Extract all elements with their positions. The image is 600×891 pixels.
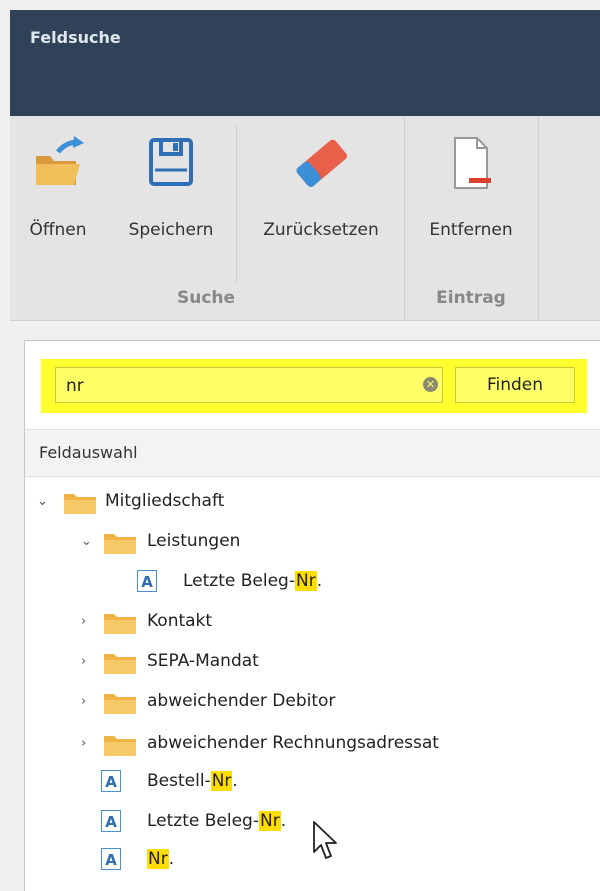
search-input[interactable]: nr: [55, 367, 443, 403]
group-label-eintrag: Eintrag: [436, 288, 506, 308]
folder-icon: [104, 694, 136, 714]
text-field-icon: A: [137, 570, 157, 592]
remove-label: Entfernen: [429, 220, 513, 240]
tree-label: Bestell-Nr.: [147, 771, 238, 791]
folder-icon: [64, 494, 96, 514]
tree-node-abweichender-debitor[interactable]: › abweichender Debitor: [25, 686, 600, 720]
search-bar: nr ✕ Finden: [41, 359, 587, 413]
section-header: Feldauswahl: [25, 429, 600, 477]
tree-label: SEPA-Mandat: [147, 651, 259, 671]
mouse-cursor-icon: [313, 821, 337, 859]
remove-document-icon: [454, 137, 491, 189]
save-button[interactable]: Speichern: [116, 116, 226, 266]
tree-node-mitgliedschaft[interactable]: ⌄ Mitgliedschaft: [25, 486, 600, 520]
field-search-panel: nr ✕ Finden Feldauswahl ⌄ Mitgliedschaft…: [24, 340, 600, 891]
eraser-icon: [296, 139, 347, 187]
text-field-icon: A: [101, 848, 121, 870]
ribbon: Öffnen Speichern Zurücksetzen Entfernen: [10, 116, 600, 321]
tree-label: abweichender Rechnungsadressat: [147, 733, 439, 753]
folder-icon: [104, 534, 136, 554]
folder-icon: [104, 614, 136, 634]
clear-search-icon[interactable]: ✕: [423, 377, 438, 392]
search-match: Nr: [210, 771, 233, 791]
text-field-icon: A: [101, 770, 121, 792]
tree-field-letzte-beleg-nr-leistungen[interactable]: A Letzte Beleg-Nr.: [25, 566, 600, 600]
window-titlebar: Feldsuche: [10, 10, 600, 116]
tree-node-sepa-mandat[interactable]: › SEPA-Mandat: [25, 646, 600, 680]
tree-field-bestell-nr[interactable]: A Bestell-Nr.: [25, 766, 600, 800]
search-match: Nr: [258, 811, 281, 831]
open-button[interactable]: Öffnen: [10, 116, 106, 266]
ribbon-separator: [236, 124, 237, 284]
tree-label: Mitgliedschaft: [105, 491, 225, 511]
tree-node-kontakt[interactable]: › Kontakt: [25, 606, 600, 640]
search-match: Nr: [294, 571, 317, 591]
chevron-right-icon[interactable]: ›: [81, 614, 95, 629]
tree-label: Nr.: [147, 849, 175, 869]
open-label: Öffnen: [29, 220, 87, 240]
group-separator: [538, 116, 539, 320]
tree-label: Kontakt: [147, 611, 213, 631]
chevron-down-icon[interactable]: ⌄: [37, 494, 51, 509]
tree-label: Leistungen: [147, 531, 241, 551]
group-separator: [404, 116, 405, 320]
tree-node-abweichender-rechnungsadressat[interactable]: › abweichender Rechnungsadressat: [25, 728, 600, 762]
chevron-right-icon[interactable]: ›: [81, 736, 95, 751]
tree-label: abweichender Debitor: [147, 691, 336, 711]
search-match: Nr: [147, 849, 169, 869]
window-title: Feldsuche: [30, 28, 121, 47]
group-label-suche: Suche: [176, 288, 236, 308]
reset-label: Zurücksetzen: [263, 220, 379, 240]
tree-node-leistungen[interactable]: ⌄ Leistungen: [25, 526, 600, 560]
save-label: Speichern: [128, 220, 214, 240]
reset-button[interactable]: Zurücksetzen: [246, 116, 396, 266]
section-title: Feldauswahl: [39, 443, 138, 462]
text-field-icon: A: [101, 810, 121, 832]
find-button[interactable]: Finden: [455, 367, 575, 403]
remove-button[interactable]: Entfernen: [414, 116, 528, 266]
chevron-down-icon[interactable]: ⌄: [81, 534, 95, 549]
chevron-right-icon[interactable]: ›: [81, 694, 95, 709]
folder-icon: [104, 654, 136, 674]
open-folder-icon: [36, 136, 84, 185]
folder-icon: [104, 736, 136, 756]
chevron-right-icon[interactable]: ›: [81, 654, 95, 669]
save-disk-icon: [149, 138, 193, 186]
tree-label: Letzte Beleg-Nr.: [183, 571, 323, 591]
tree-label: Letzte Beleg-Nr.: [147, 811, 287, 831]
